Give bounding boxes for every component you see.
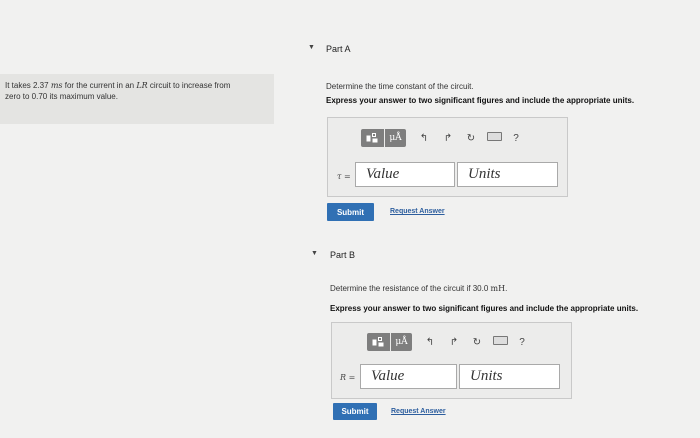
part-b-instruction: Express your answer to two significant f… xyxy=(330,304,639,313)
problem-text-1: It takes 2.37 xyxy=(5,81,51,90)
keyboard-icon[interactable] xyxy=(482,132,506,144)
part-a-question: Determine the time constant of the circu… xyxy=(326,82,474,91)
part-b-value-input[interactable]: Value xyxy=(360,364,457,389)
problem-text-4: zero to 0.70 its maximum value. xyxy=(5,92,118,101)
circuit-lr: LR xyxy=(136,81,148,90)
problem-text-2: for the current in an xyxy=(62,81,137,90)
part-b-question-unit: mH xyxy=(490,284,506,293)
problem-statement: It takes 2.37 ms for the current in an L… xyxy=(0,74,274,124)
part-b-title[interactable]: Part B xyxy=(330,250,355,260)
unit-ms: ms xyxy=(50,81,63,90)
part-b-units-input[interactable]: Units xyxy=(459,364,560,389)
templates-icon[interactable] xyxy=(361,129,384,147)
units-icon[interactable]: μÅ xyxy=(391,333,412,351)
problem-text-3: circuit to increase from xyxy=(147,81,231,90)
undo-icon[interactable]: ↰ xyxy=(418,337,442,348)
units-icon[interactable]: μÅ xyxy=(385,129,406,147)
reset-icon[interactable]: ↻ xyxy=(460,133,482,144)
templates-icon[interactable] xyxy=(367,333,390,351)
redo-icon[interactable]: ↱ xyxy=(436,133,460,144)
part-a-submit-button[interactable]: Submit xyxy=(327,203,374,221)
part-b-request-answer-link[interactable]: Request Answer xyxy=(391,408,446,415)
part-b-question-text: Determine the resistance of the circuit … xyxy=(330,284,491,293)
part-b-question: Determine the resistance of the circuit … xyxy=(330,284,507,293)
part-b-question-end: . xyxy=(505,284,508,293)
part-a-toolbar: μÅ ↰ ↱ ↻ ? xyxy=(361,129,526,147)
help-icon[interactable]: ? xyxy=(512,337,532,348)
redo-icon[interactable]: ↱ xyxy=(442,337,466,348)
part-a-value-input[interactable]: Value xyxy=(355,162,455,187)
help-icon[interactable]: ? xyxy=(506,133,526,144)
keyboard-icon[interactable] xyxy=(488,336,512,348)
undo-icon[interactable]: ↰ xyxy=(412,133,436,144)
part-a-title[interactable]: Part A xyxy=(326,44,351,54)
part-b-toolbar: μÅ ↰ ↱ ↻ ? xyxy=(367,333,532,351)
part-b-collapse-icon[interactable]: ▼ xyxy=(311,250,318,257)
part-a-collapse-icon[interactable]: ▼ xyxy=(308,44,315,51)
part-a-instruction: Express your answer to two significant f… xyxy=(326,96,635,105)
part-a-units-input[interactable]: Units xyxy=(457,162,558,187)
reset-icon[interactable]: ↻ xyxy=(466,337,488,348)
part-b-variable-label: R = xyxy=(340,373,356,382)
part-b-submit-button[interactable]: Submit xyxy=(333,403,377,420)
part-a-variable-label: τ = xyxy=(337,172,351,181)
part-a-request-answer-link[interactable]: Request Answer xyxy=(390,208,445,215)
